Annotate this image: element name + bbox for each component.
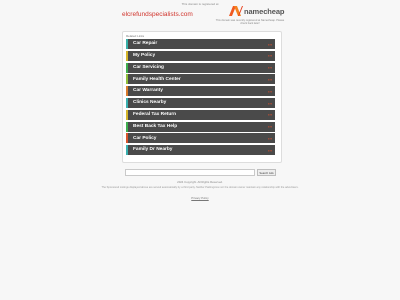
link-color-bar (126, 39, 128, 49)
link-color-bar (126, 62, 128, 73)
domain-name-link[interactable]: elcrefundspecialists.com (122, 11, 193, 18)
copyright-text: 2024 Copyright. All Rights Reserved. (177, 180, 223, 184)
related-link[interactable]: Family Health Center ››› (126, 74, 275, 85)
link-color-bar (126, 97, 128, 108)
chevron-right-icon: ››› (268, 88, 272, 94)
related-link-label: Federal Tax Return (133, 111, 177, 117)
related-link[interactable]: Car Repair ››› (126, 39, 275, 49)
related-link-label: Car Servicing (133, 64, 164, 70)
related-link[interactable]: Car Warranty ››› (126, 86, 275, 97)
chevron-right-icon: ››› (268, 124, 272, 130)
link-color-bar (126, 133, 128, 144)
chevron-right-icon: ››› (268, 76, 272, 82)
namecheap-wordmark: namecheap (244, 6, 285, 16)
related-link[interactable]: Federal Tax Return ››› (126, 109, 275, 120)
related-link[interactable]: Car Servicing ››› (126, 62, 275, 73)
chevron-right-icon: ››› (268, 135, 272, 141)
privacy-policy-link[interactable]: Privacy Policy (0, 196, 400, 200)
link-color-bar (126, 50, 128, 61)
chevron-right-icon: ››› (268, 112, 272, 118)
related-link-label: Family Dr Nearby (133, 147, 173, 153)
related-links-list: Car Repair ››› My Policy ››› Car Servicing ››… (126, 39, 275, 157)
related-link-label: Best Back Tax Help (133, 123, 178, 129)
link-color-bar (126, 145, 128, 156)
header: elcrefundspecialists.com namecheap This … (0, 0, 400, 30)
related-link-label: Clinics Nearby (133, 100, 167, 106)
related-link[interactable]: Family Dr Nearby ››› (126, 145, 275, 156)
related-link-label: Car Repair (133, 41, 158, 47)
related-links-label: Related Links (126, 34, 145, 38)
chevron-right-icon: ››› (268, 53, 272, 59)
disclaimer-text: The Sponsored Listings displayed above a… (101, 186, 299, 189)
related-link-label: Car Policy (133, 135, 157, 141)
search-input[interactable] (125, 169, 255, 176)
chevron-right-icon: ››› (268, 100, 272, 106)
related-link[interactable]: My Policy ››› (126, 50, 275, 61)
related-link-label: Family Health Center (133, 76, 181, 82)
link-color-bar (126, 109, 128, 120)
link-color-bar (126, 74, 128, 85)
namecheap-n-icon (229, 6, 243, 16)
chevron-right-icon: ››› (268, 41, 272, 47)
chevron-right-icon: ››› (268, 65, 272, 71)
related-link[interactable]: Car Policy ››› (126, 133, 275, 144)
related-link[interactable]: Clinics Nearby ››› (126, 97, 275, 108)
search-bar: Search Ads (125, 169, 277, 176)
related-link-label: Car Warranty (133, 88, 163, 94)
link-color-bar (126, 86, 128, 97)
related-link-label: My Policy (133, 52, 156, 58)
link-color-bar (126, 121, 128, 132)
chevron-right-icon: ››› (268, 147, 272, 153)
brand-tagline: This domain was recently registered at N… (215, 19, 285, 26)
related-link[interactable]: Best Back Tax Help ››› (126, 121, 275, 132)
search-ads-button[interactable]: Search Ads (257, 169, 276, 176)
namecheap-logo[interactable]: namecheap (229, 5, 284, 17)
